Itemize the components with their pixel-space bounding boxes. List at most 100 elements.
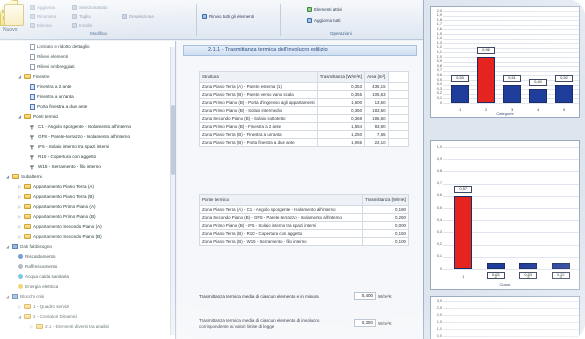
tree-node[interactable]: ◢ Finestre	[18, 73, 50, 80]
y-tick-label: 3,0	[436, 298, 442, 303]
table-row[interactable]: Zona Primo Piano (B) - Finestra a 2 ante…	[199, 122, 410, 131]
expand-arrow-icon[interactable]: ▷	[30, 324, 34, 329]
window-icon	[30, 83, 35, 90]
update-all-button[interactable]: Aggiorna tutti	[307, 17, 341, 24]
x-tick-label: 1	[462, 274, 465, 279]
tree-node[interactable]: Rilievi ombreggiati	[30, 63, 75, 70]
tree-node[interactable]: ◢ Ponti termici	[18, 113, 58, 120]
chart-bar[interactable]	[551, 262, 570, 269]
chart-bar[interactable]	[451, 84, 469, 103]
tree-node[interactable]: ◢ Dati fabbisogno	[6, 243, 52, 250]
new-button[interactable]	[4, 4, 24, 26]
tree-node[interactable]: ▷ Appartamento Secondo Piano (B)	[18, 233, 102, 240]
chart-bar[interactable]	[454, 195, 473, 269]
table-cell: Zona Secondo Piano (B) - Solaio sottotet…	[199, 114, 318, 123]
expand-arrow-icon[interactable]: ▷	[18, 234, 22, 239]
tree-node[interactable]: ▷ 1 - Quadro servizi	[18, 303, 69, 310]
table-row[interactable]: Zona Secondo Piano (B) - GF8 - Parete-te…	[198, 213, 409, 222]
ribbon-small-button-1[interactable]: Aggiorna	[30, 4, 55, 11]
table-row[interactable]: Zona Secondo Piano (B) - Solaio sottotet…	[199, 114, 410, 123]
tree-node[interactable]: ▷ 2.1 - Elementi diversi tra analisi	[30, 323, 109, 330]
tree-node[interactable]: ┳ GF8 - Parete-terrazzo - Isolamento all'…	[30, 133, 130, 140]
tree-node[interactable]: Acqua calda sanitaria	[18, 273, 69, 280]
y-tick-label: 0,5	[436, 77, 442, 82]
tree-node-label: Raffrescamento	[25, 264, 58, 269]
expand-arrow-icon[interactable]: ▷	[18, 184, 22, 189]
tree-node[interactable]: Finestra a un'anta	[30, 93, 74, 100]
tree-node[interactable]: ▷ Appartamento Primo Piano (B)	[18, 213, 96, 220]
chart-bar[interactable]	[529, 89, 547, 103]
ribbon-small-button-6[interactable]: Incolla	[72, 22, 92, 29]
chart-bar[interactable]	[486, 262, 505, 269]
ribbon-small-button-3[interactable]: Elimina	[30, 22, 52, 29]
tree-node[interactable]: ┳ IF5 - Solaio interno tra spazi interni	[30, 143, 109, 150]
chart-bar[interactable]	[519, 262, 538, 269]
tree-node[interactable]: Porta finestra a due ante	[30, 103, 87, 110]
tree-node[interactable]: ◢ Subalterni	[6, 173, 42, 180]
tree-scroll-thumb[interactable]	[171, 105, 175, 175]
table-row[interactable]: Zona Piano Terra (A) - C1 - Angolo sporg…	[198, 205, 409, 214]
table-cell: 0,150	[362, 229, 409, 238]
tree-node[interactable]: Energia elettrica	[18, 283, 58, 290]
tree-node[interactable]: ┳ R10 - Copertura con aggetto	[30, 153, 96, 160]
tree-node[interactable]: ▷ Appartamento Secondo Piano (A)	[18, 223, 102, 230]
gridline	[443, 15, 579, 17]
tree-node[interactable]: Rilievi elementi	[30, 53, 68, 60]
collapse-arrow-icon[interactable]: ◢	[18, 314, 22, 319]
chart-bar[interactable]	[503, 84, 521, 103]
table-row[interactable]: Zona Primo Piano (B) - Solaio intermedio…	[199, 106, 410, 115]
service-icon	[18, 264, 23, 269]
active-elements-button[interactable]: Elementi attivi	[307, 6, 342, 13]
gridline	[443, 38, 579, 40]
chart-bar[interactable]	[555, 84, 573, 103]
collapse-arrow-icon[interactable]: ◢	[6, 244, 10, 249]
table-cell: 0,000	[362, 221, 409, 230]
table-cell: 0,353	[316, 82, 366, 91]
data-label: 0,52	[555, 74, 573, 82]
tree-node[interactable]: ◢ 2 - Contatori Dinamici	[18, 313, 77, 320]
ribbon-small-button-5[interactable]: Taglia	[72, 13, 91, 20]
gridline	[443, 322, 579, 323]
collapse-arrow-icon[interactable]: ◢	[6, 294, 10, 299]
ribbon-small-button-7[interactable]: Deseleziona	[122, 13, 154, 20]
expand-arrow-icon[interactable]: ▷	[18, 204, 22, 209]
y-tick-label: 0	[439, 266, 442, 271]
expand-arrow-icon[interactable]: ▷	[18, 304, 22, 309]
tree-node-label: Rilievi elementi	[37, 54, 68, 59]
tree-node[interactable]: ▷ Appartamento Primo Piano (A)	[18, 203, 96, 210]
ribbon-small-button-2[interactable]: Rinomina	[30, 13, 56, 20]
table-row[interactable]: Zona Primo Piano (B) - Porta d'ingresso …	[199, 98, 410, 107]
tree-node[interactable]: ▷ Appartamento Piano Terra (B)	[18, 193, 94, 200]
table-row[interactable]: Zona Piano Terra (B) - Porta finestra a …	[199, 138, 410, 147]
chart-bar[interactable]	[477, 57, 495, 103]
expand-arrow-icon[interactable]: ▷	[18, 194, 22, 199]
table-row[interactable]: Zona Piano Terra (B) - Parete verso vano…	[199, 90, 410, 99]
tree-node[interactable]: Finestra a 2 ante	[30, 83, 71, 90]
tree-node[interactable]: Raffrescamento	[18, 263, 57, 270]
tree-node[interactable]: Riscaldamento	[18, 253, 55, 260]
collapse-arrow-icon[interactable]: ◢	[6, 174, 10, 179]
send-all-button[interactable]: Rinvio tutti gli elementi	[202, 13, 254, 20]
expand-arrow-icon[interactable]: ▷	[18, 214, 22, 219]
x-tick-label: 2	[494, 274, 497, 279]
collapse-arrow-icon[interactable]: ◢	[18, 114, 22, 119]
tree-node[interactable]: ◢ Blocchi crisi	[6, 293, 44, 300]
y-tick-label: 1,9	[436, 13, 442, 18]
ribbon-small-button-4[interactable]: Selezionatutto	[72, 4, 108, 11]
tree-node[interactable]: ▷ Appartamento Piano Terra (A)	[18, 183, 94, 190]
table-cell: Zona Secondo Piano (B) - GF8 - Parete-te…	[198, 213, 364, 222]
tree-node[interactable]: Limitato e ridotto dettaglio	[30, 43, 90, 50]
chart-third: 3,02,52,01,51,00,50	[430, 296, 580, 339]
table-row[interactable]: Zona Piano Terra (A) - Parete esterna (1…	[199, 82, 410, 91]
table-row[interactable]: Zona Piano Terra (B) - W15 - Serramento …	[198, 237, 409, 246]
expand-arrow-icon[interactable]: ▷	[18, 224, 22, 229]
tree-node[interactable]: ┳ C1 - Angolo sporgente - Isolamento all'…	[30, 123, 131, 130]
tree-node-label: GF8 - Parete-terrazzo - Isolamento all'i…	[38, 134, 131, 139]
table-cell: 13,60	[364, 98, 389, 107]
table-row[interactable]: Zona Piano Terra (B) - R10 - Copertura c…	[198, 229, 409, 238]
tree-node[interactable]: ┳ W15 - Serramento - filo interno	[30, 163, 101, 170]
table-row[interactable]: Zona Piano Terra (B) - Finestra a un'ant…	[199, 130, 410, 139]
tree-scrollbar[interactable]	[170, 47, 175, 335]
table-row[interactable]: Zona Primo Piano (B) - IF5 - Solaio inte…	[198, 221, 409, 230]
collapse-arrow-icon[interactable]: ◢	[18, 74, 22, 79]
